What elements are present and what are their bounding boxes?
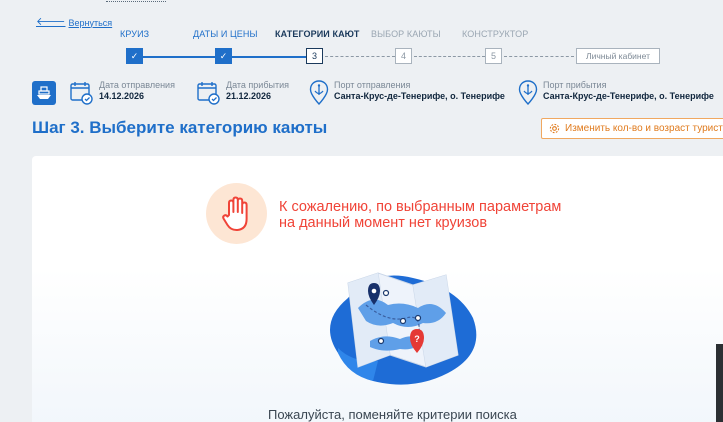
top-strip-remnant xyxy=(0,0,723,4)
step-label-constructor: КОНСТРУКТОР xyxy=(462,29,529,39)
page-title: Шаг 3. Выберите категорию каюты xyxy=(32,118,328,137)
step-4-marker: 4 xyxy=(395,48,412,64)
arrival-date-info: Дата прибытия 21.12.2026 xyxy=(197,80,289,106)
overlay-edge xyxy=(716,344,723,422)
arrival-port-info: Порт прибытия Санта-Крус-де-Тенерифе, о.… xyxy=(518,80,714,106)
calendar-icon xyxy=(197,82,220,105)
back-link[interactable]: 🡐 Вернуться xyxy=(36,17,112,28)
no-cruises-line-1: К сожалению, по выбранным параметрам xyxy=(279,199,562,215)
step-label-cabin-categories: КАТЕГОРИИ КАЮТ xyxy=(275,29,360,39)
settings-gear-icon xyxy=(549,123,560,134)
arrival-port-value: Санта-Крус-де-Тенерифе, о. Тенерифе xyxy=(543,91,714,101)
anchor-pin-icon xyxy=(518,80,538,106)
step-5-marker: 5 xyxy=(485,48,502,64)
arrival-date-value: 21.12.2026 xyxy=(226,91,272,101)
step-label-dates[interactable]: ДАТЫ И ЦЕНЫ xyxy=(193,29,258,39)
departure-port-label: Порт отправления xyxy=(334,80,411,90)
personal-cabinet-button[interactable]: Личный кабинет xyxy=(576,48,660,64)
stop-hand-icon xyxy=(206,183,267,244)
no-cruises-line-2: на данный момент нет круизов xyxy=(279,215,488,231)
change-tourists-label: Изменить кол-во и возраст туристов xyxy=(565,123,723,134)
step-1-check-icon[interactable]: ✓ xyxy=(126,48,143,64)
back-arrow-icon: 🡐 xyxy=(36,16,66,28)
map-illustration: ? xyxy=(330,272,477,385)
anchor-pin-icon xyxy=(309,80,329,106)
back-link-label: Вернуться xyxy=(68,17,113,28)
change-tourists-button[interactable]: Изменить кол-во и возраст туристов xyxy=(541,118,723,139)
step-connector xyxy=(504,56,574,57)
departure-date-info: Дата отправления 14.12.2026 xyxy=(70,80,175,106)
calendar-icon xyxy=(70,82,93,105)
ship-icon xyxy=(32,81,56,105)
step-label-cabin-choice: ВЫБОР КАЮТЫ xyxy=(371,29,441,39)
step-connector xyxy=(414,56,485,57)
step-label-cruise[interactable]: КРУИЗ xyxy=(120,29,149,39)
step-connector xyxy=(325,56,395,57)
step-connector xyxy=(232,56,306,58)
departure-port-info: Порт отправления Санта-Крус-де-Тенерифе,… xyxy=(309,80,505,106)
departure-date-label: Дата отправления xyxy=(99,80,175,90)
arrival-port-label: Порт прибытия xyxy=(543,80,607,90)
departure-date-value: 14.12.2026 xyxy=(99,91,145,101)
no-cruises-message: К сожалению, по выбранным параметрам на … xyxy=(279,199,561,231)
search-hint: Пожалуйста, поменяйте критерии поиска xyxy=(268,407,517,422)
departure-port-value: Санта-Крус-де-Тенерифе, о. Тенерифе xyxy=(334,91,505,101)
step-2-check-icon[interactable]: ✓ xyxy=(215,48,232,64)
arrival-date-label: Дата прибытия xyxy=(226,80,289,90)
step-connector xyxy=(143,56,215,58)
step-3-marker: 3 xyxy=(306,48,323,64)
svg-text:?: ? xyxy=(414,334,420,344)
